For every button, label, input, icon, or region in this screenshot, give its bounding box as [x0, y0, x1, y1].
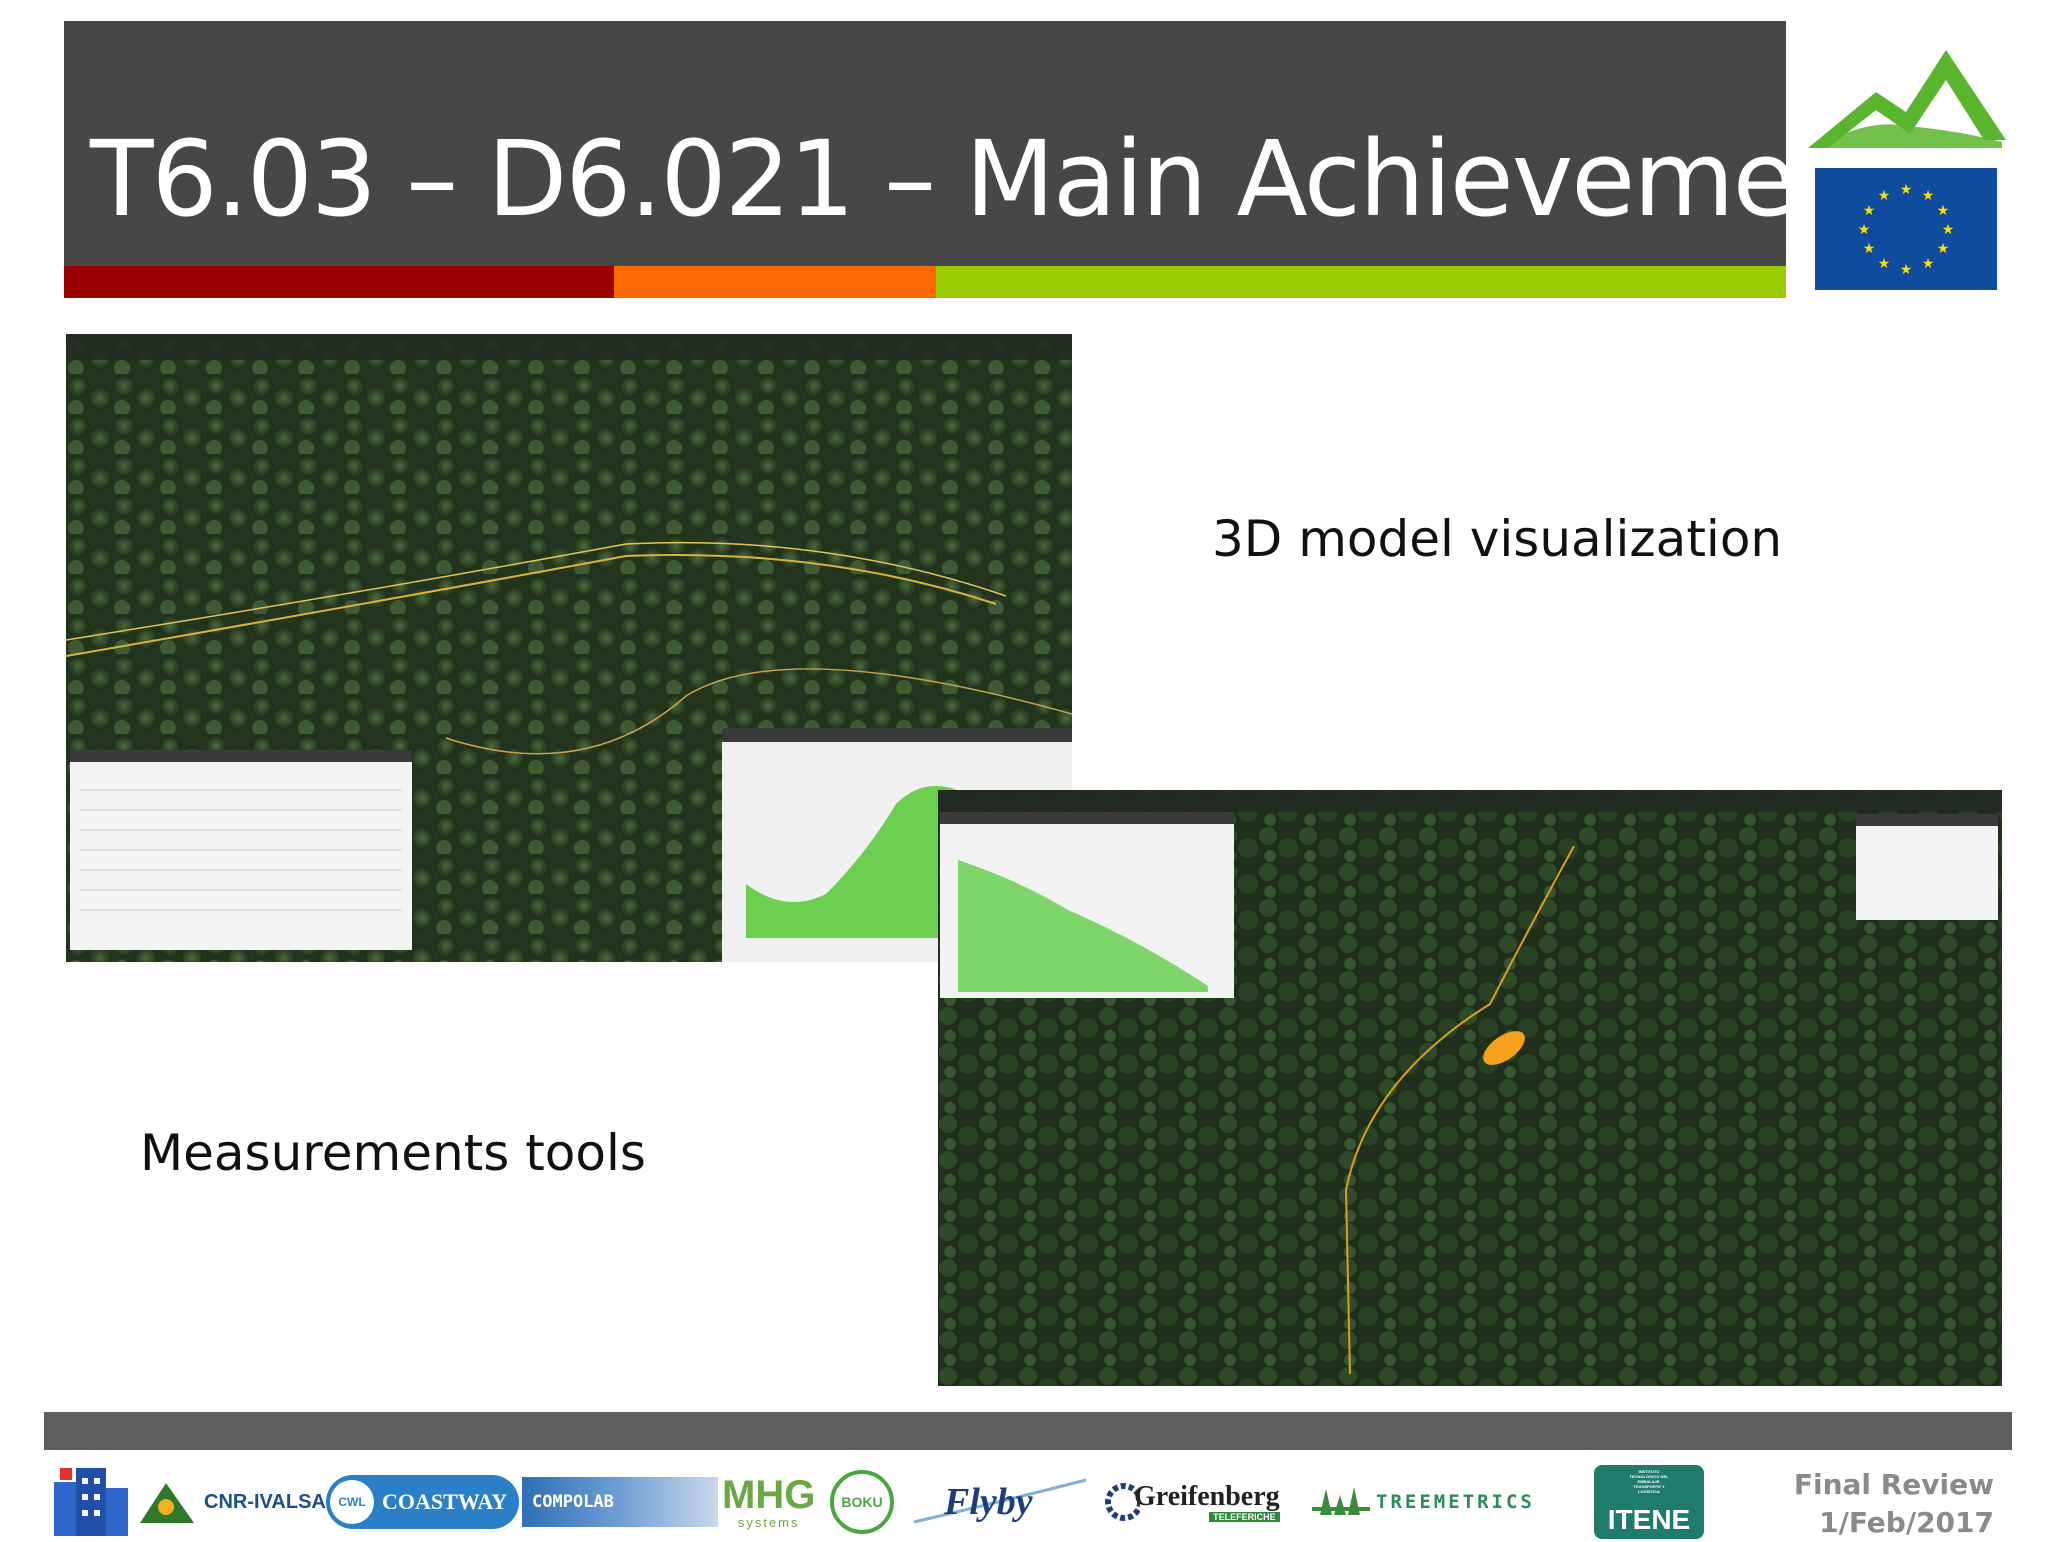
- partner-treemetrics: TREEMETRICS: [1312, 1468, 1535, 1536]
- stripe-orange: [614, 266, 936, 298]
- cnr-label: CNR-IVALSA: [204, 1490, 326, 1513]
- svg-text:★: ★: [1878, 256, 1891, 272]
- eu-flag-icon: ★ ★ ★ ★ ★ ★ ★ ★ ★ ★ ★ ★: [1815, 168, 1997, 290]
- itene-label: ITENE: [1607, 1504, 1691, 1535]
- svg-text:★: ★: [1900, 182, 1913, 198]
- review-date: 1/Feb/2017: [1819, 1506, 1994, 1539]
- svg-text:★: ★: [1937, 203, 1950, 219]
- treemetrics-trees-icon: [1312, 1487, 1370, 1515]
- greifenberg-sublabel: TELEFERICHE: [1209, 1512, 1280, 1522]
- slide-title: T6.03 – D6.021 – Main Achievements: [90, 118, 1951, 240]
- svg-text:★: ★: [1942, 222, 1955, 238]
- coastway-label: COASTWAY: [382, 1489, 508, 1514]
- partner-flyby: Flyby: [910, 1468, 1087, 1536]
- flyby-label: Flyby: [944, 1481, 1033, 1523]
- partner-greifenberg: Greifenberg TELEFERICHE: [1104, 1468, 1280, 1536]
- partner-boku: BOKU: [830, 1468, 894, 1536]
- svg-text:★: ★: [1878, 188, 1891, 204]
- mhg-sublabel: systems: [737, 1514, 800, 1530]
- partner-mhg: MHG systems: [722, 1468, 815, 1536]
- coastway-badge: CWL: [330, 1480, 374, 1524]
- svg-text:★: ★: [1858, 222, 1871, 238]
- boku-label: BOKU: [841, 1494, 883, 1510]
- screenshot-measurements: [938, 790, 2002, 1386]
- partner-coastway: CWL COASTWAY: [326, 1468, 520, 1536]
- svg-text:★: ★: [1922, 256, 1935, 272]
- footer-bar: [44, 1412, 2012, 1450]
- mhg-label: MHG: [722, 1472, 816, 1517]
- compolab-label: COMPOLAB: [532, 1492, 614, 1512]
- svg-text:★: ★: [1900, 262, 1913, 278]
- final-review-date: Final Review 1/Feb/2017: [1794, 1466, 1994, 1542]
- itene-small-label: INSTITUTO TECNOLÓGICO DEL EMBALAJE, TRAN…: [1629, 1469, 1669, 1494]
- stripe-green: [936, 266, 1786, 298]
- partner-compolab: COMPOLAB: [522, 1468, 718, 1536]
- svg-text:★: ★: [1922, 188, 1935, 204]
- partner-cnr-ivalsa: CNR-IVALSA: [136, 1468, 326, 1536]
- caption-measurements: Measurements tools: [140, 1124, 646, 1182]
- partner-itene: INSTITUTO TECNOLÓGICO DEL EMBALAJE, TRAN…: [1594, 1464, 1704, 1540]
- caption-3d-model: 3D model visualization: [1212, 510, 1783, 568]
- slope-logo-icon: [1808, 50, 2006, 148]
- cnr-tree-icon: [140, 1483, 194, 1523]
- greifenberg-label: Greifenberg: [1134, 1481, 1280, 1512]
- svg-text:★: ★: [1937, 241, 1950, 257]
- review-title: Final Review: [1793, 1468, 1994, 1501]
- screenshot-3d-model: [66, 334, 1072, 962]
- treemetrics-label: TREEMETRICS: [1376, 1491, 1535, 1513]
- partner-logo-buildings-icon: [54, 1468, 130, 1536]
- svg-text:★: ★: [1863, 241, 1876, 257]
- svg-text:★: ★: [1863, 203, 1876, 219]
- stripe-red: [64, 266, 614, 298]
